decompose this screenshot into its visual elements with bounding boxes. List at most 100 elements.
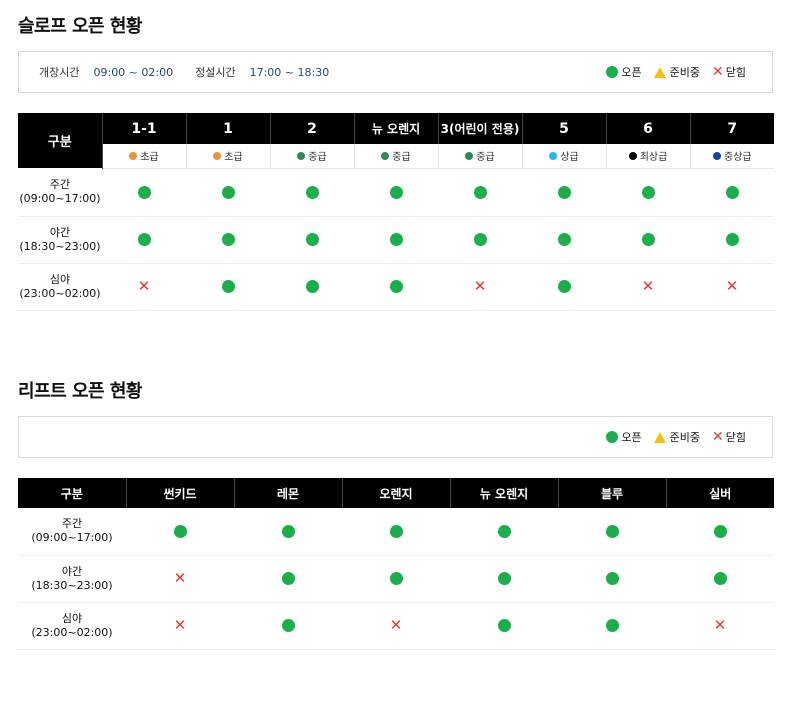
row-label: 야간 (18:30~23:00) <box>18 216 102 264</box>
slope-status-table: 구분 1-1 1 2 뉴 오렌지 3(어린이 전용) 5 6 7 초급 초급 중급 중급 중급 상급 최상… <box>18 113 774 311</box>
difficulty-badge: 중급 <box>355 148 438 163</box>
slope-difficulty: 중급 <box>270 144 355 169</box>
slope-info-box: 개장시간 09:00 ~ 02:00 정설시간 17:00 ~ 18:30 오픈… <box>18 51 773 93</box>
closed-status-icon: ✕ <box>137 277 151 295</box>
slope-column-header: 1-1 <box>102 113 187 144</box>
row-time-range: (18:30~23:00) <box>19 239 101 253</box>
difficulty-dot-icon <box>549 151 558 160</box>
open-status-icon <box>725 233 739 247</box>
open-status-icon <box>497 572 511 586</box>
opening-hours-label: 개장시간 <box>39 66 80 79</box>
open-status-icon <box>221 280 235 294</box>
open-status-icon <box>557 233 571 247</box>
open-status-icon <box>725 185 739 199</box>
status-cell: ✕ <box>126 555 234 603</box>
closed-icon: ✕ <box>712 429 724 445</box>
status-cell: ✕ <box>438 263 522 311</box>
status-cell <box>186 168 270 217</box>
difficulty-label: 중급 <box>308 152 327 164</box>
open-status-icon <box>557 185 571 199</box>
open-status-icon <box>473 233 487 247</box>
status-cell: ✕ <box>126 602 234 650</box>
grooming-hours-label: 정설시간 <box>195 66 236 79</box>
status-cell <box>342 555 450 603</box>
status-cell <box>666 508 774 556</box>
row-time-range: (09:00~17:00) <box>19 191 101 205</box>
closed-status-icon: ✕ <box>713 616 727 634</box>
operating-hours: 개장시간 09:00 ~ 02:00 정설시간 17:00 ~ 18:30 <box>39 52 351 92</box>
difficulty-label: 초급 <box>224 152 243 164</box>
slope-column-header: 5 <box>522 113 607 144</box>
status-cell: ✕ <box>606 263 690 311</box>
difficulty-dot-icon <box>129 151 138 160</box>
status-cell <box>606 216 690 264</box>
row-label: 심야 (23:00~02:00) <box>18 263 102 311</box>
status-cell <box>270 263 354 311</box>
status-cell <box>558 602 666 650</box>
row-period: 주간 <box>49 177 71 191</box>
status-cell <box>450 602 558 650</box>
status-cell <box>522 263 606 311</box>
lift-legend: 오픈 준비중 ✕ 닫힘 <box>594 417 746 457</box>
lift-column-header: 블루 <box>558 478 667 508</box>
slope-difficulty: 중상급 <box>690 144 774 169</box>
status-cell <box>234 555 342 603</box>
open-status-icon <box>305 280 319 294</box>
status-cell <box>438 216 522 264</box>
open-status-icon <box>305 185 319 199</box>
preparing-icon <box>653 66 666 78</box>
open-status-icon <box>221 185 235 199</box>
status-cell <box>690 168 774 217</box>
status-cell: ✕ <box>690 263 774 311</box>
slope-difficulty: 초급 <box>186 144 271 169</box>
legend-open: 오픈 <box>606 64 642 80</box>
slope-column-header: 7 <box>690 113 774 144</box>
slope-section-title: 슬로프 오픈 현황 <box>18 16 142 37</box>
open-status-icon <box>605 619 619 633</box>
row-period: 주간 <box>61 517 83 531</box>
status-cell <box>354 216 438 264</box>
status-cell <box>438 168 522 217</box>
difficulty-label: 상급 <box>560 152 579 164</box>
slope-legend: 오픈 준비중 ✕ 닫힘 <box>594 52 746 92</box>
difficulty-badge: 초급 <box>103 148 186 163</box>
open-status-icon <box>605 572 619 586</box>
difficulty-badge: 중급 <box>271 148 354 163</box>
status-cell <box>690 216 774 264</box>
lift-section-title: 리프트 오픈 현황 <box>18 381 142 402</box>
difficulty-dot-icon <box>712 151 721 160</box>
open-status-icon <box>713 572 727 586</box>
row-label: 심야 (23:00~02:00) <box>18 602 126 650</box>
open-icon <box>606 66 619 78</box>
difficulty-badge: 초급 <box>187 148 270 163</box>
status-cell: ✕ <box>342 602 450 650</box>
status-cell <box>234 602 342 650</box>
open-status-icon <box>281 525 295 538</box>
slope-difficulty: 중급 <box>354 144 439 169</box>
row-time-range: (23:00~02:00) <box>31 625 113 639</box>
closed-status-icon: ✕ <box>173 616 187 634</box>
legend-preparing: 준비중 <box>653 64 700 80</box>
open-status-icon <box>713 525 727 538</box>
difficulty-badge: 상급 <box>523 148 606 163</box>
open-status-icon <box>281 619 295 633</box>
open-status-icon <box>389 185 403 199</box>
legend-preparing: 준비중 <box>653 429 700 445</box>
open-status-icon <box>389 280 403 294</box>
slope-difficulty: 초급 <box>102 144 187 169</box>
status-cell <box>270 216 354 264</box>
open-status-icon <box>641 233 655 247</box>
open-status-icon <box>137 233 151 247</box>
status-cell <box>558 555 666 603</box>
open-status-icon <box>389 572 403 586</box>
row-period: 야간 <box>61 564 83 578</box>
lift-column-header: 썬키드 <box>126 478 235 508</box>
difficulty-badge: 중급 <box>439 148 522 163</box>
row-label: 야간 (18:30~23:00) <box>18 555 126 603</box>
slope-column-header: 2 <box>270 113 355 144</box>
closed-status-icon: ✕ <box>725 277 739 295</box>
status-cell <box>558 508 666 556</box>
difficulty-label: 중급 <box>392 152 411 164</box>
status-cell <box>102 216 186 264</box>
slope-header-row: 구분 1-1 1 2 뉴 오렌지 3(어린이 전용) 5 6 7 <box>18 113 774 168</box>
